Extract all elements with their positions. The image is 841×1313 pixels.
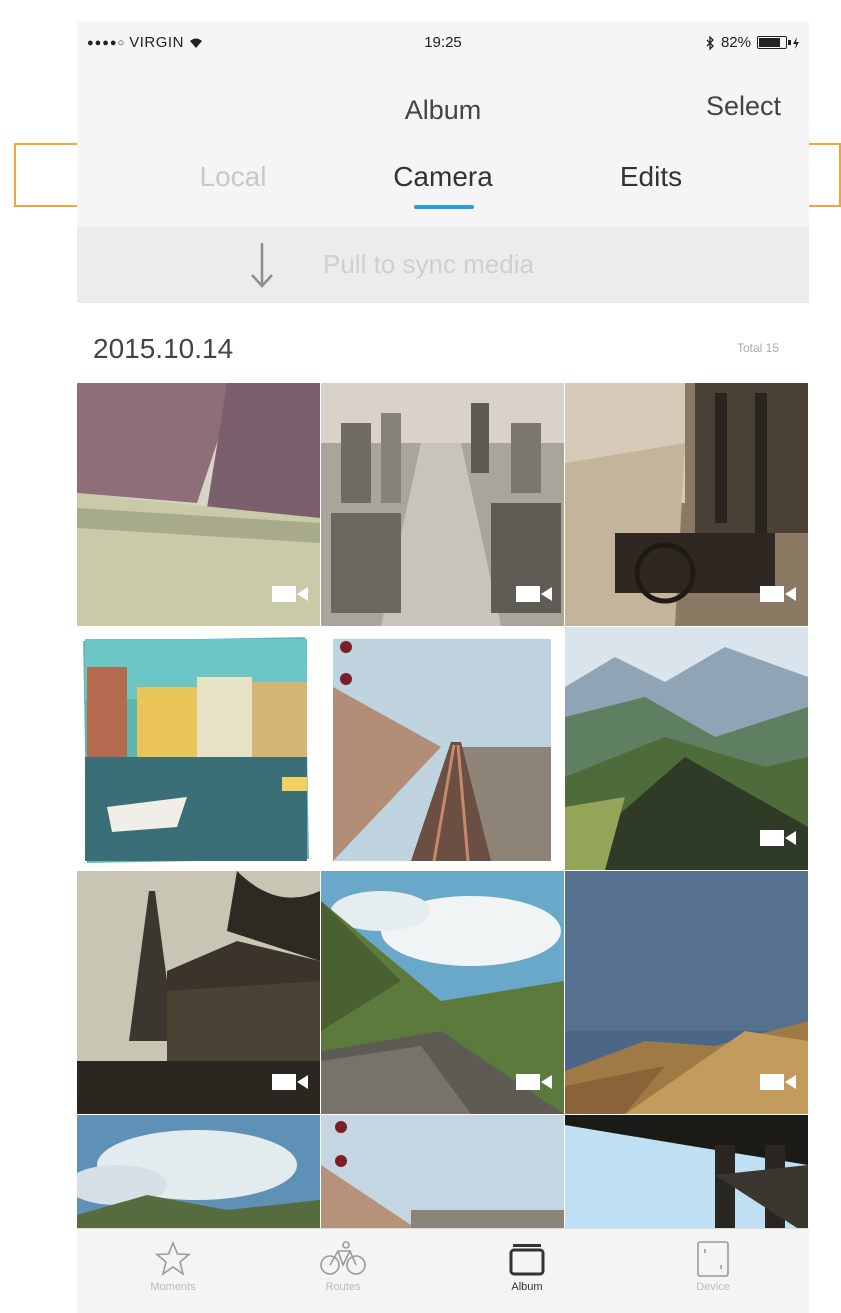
media-thumbnail[interactable] [565, 383, 808, 626]
bluetooth-icon [706, 35, 714, 50]
tabbar-item-device[interactable]: Device [653, 1239, 773, 1293]
page-title: Album [404, 95, 482, 125]
media-thumbnail[interactable] [565, 627, 808, 870]
down-arrow-icon [251, 243, 273, 288]
device-icon [697, 1241, 729, 1277]
canal-houses-image [77, 627, 320, 870]
video-camera-icon [760, 830, 796, 846]
album-icon [509, 1244, 545, 1276]
media-thumbnail[interactable] [77, 871, 320, 1114]
media-thumbnail[interactable] [565, 871, 808, 1114]
video-camera-icon [760, 1074, 796, 1090]
tabbar-label-album: Album [511, 1281, 543, 1293]
battery-icon [757, 36, 791, 49]
pull-to-sync-label: Pull to sync media [323, 249, 534, 279]
video-camera-icon [272, 1074, 308, 1090]
tab-local[interactable]: Local [143, 161, 323, 193]
pull-to-sync-banner: Pull to sync media [77, 227, 809, 303]
tab-edits[interactable]: Edits [561, 161, 741, 193]
battery-percent: 82% [720, 34, 751, 51]
bicycle-icon [320, 1241, 366, 1275]
active-tab-indicator [414, 205, 474, 209]
tabbar-item-routes[interactable]: Routes [283, 1239, 403, 1293]
tab-camera[interactable]: Camera [353, 161, 533, 193]
tabbar-label-moments: Moments [150, 1281, 196, 1293]
tabbar-label-device: Device [696, 1281, 730, 1293]
media-thumbnail[interactable] [77, 627, 320, 870]
video-camera-icon [516, 1074, 552, 1090]
bottom-tab-bar: Moments Routes Album Device [77, 1228, 809, 1313]
album-tabs: Local Camera Edits [77, 147, 809, 227]
nav-bar: Album Select [77, 67, 809, 147]
tabbar-item-moments[interactable]: Moments [113, 1239, 233, 1293]
status-time: 19:25 [424, 34, 462, 51]
media-thumbnail[interactable] [321, 383, 564, 626]
media-thumbnail[interactable] [77, 383, 320, 626]
video-camera-icon [516, 586, 552, 602]
status-bar: ●●●●○ VIRGIN 19:25 82% [77, 21, 809, 67]
select-button[interactable]: Select [706, 91, 781, 122]
album-screen: ●●●●○ VIRGIN 19:25 82% Album Select Loca… [77, 21, 809, 1313]
star-icon [154, 1240, 192, 1276]
charging-icon [793, 36, 799, 49]
tabbar-label-routes: Routes [325, 1281, 361, 1293]
video-camera-icon [272, 586, 308, 602]
railway-track-image [321, 627, 564, 870]
video-camera-icon [760, 586, 796, 602]
section-total: Total 15 [736, 341, 779, 355]
tabbar-item-album[interactable]: Album [467, 1239, 587, 1293]
media-thumbnail[interactable] [321, 871, 564, 1114]
media-thumbnail[interactable] [321, 627, 564, 870]
status-right: 82% [706, 34, 799, 51]
section-date: 2015.10.14 [93, 333, 234, 364]
